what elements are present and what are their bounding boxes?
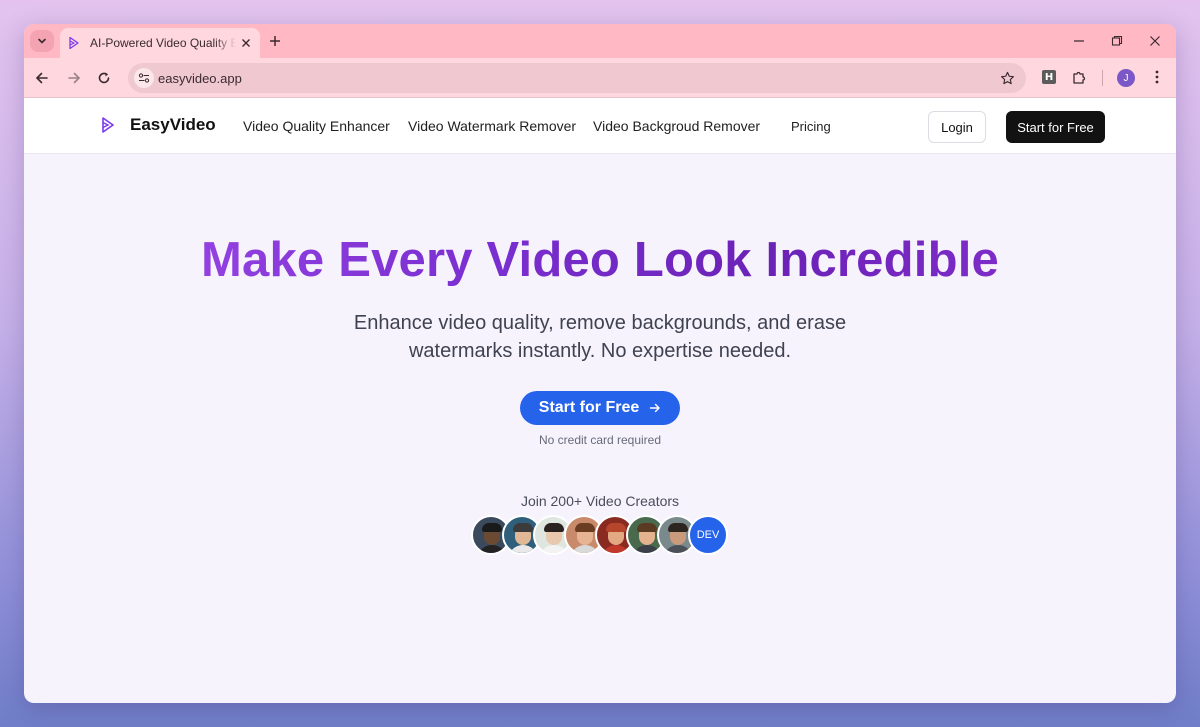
nav-pricing[interactable]: Pricing	[791, 119, 831, 134]
arrow-right-icon	[649, 402, 661, 414]
minimize-icon[interactable]	[1070, 32, 1088, 50]
extension-h-icon[interactable]: H	[1042, 70, 1056, 84]
hero-subtitle: Enhance video quality, remove background…	[353, 312, 847, 362]
address-bar[interactable]: easyvideo.app	[128, 63, 1026, 93]
site-settings-icon[interactable]	[134, 68, 154, 88]
brand-name: EasyVideo	[130, 115, 216, 134]
tab-title: AI-Powered Video Quality Enhancer	[90, 36, 236, 50]
no-credit-card-note: No credit card required	[538, 433, 662, 447]
new-tab-icon[interactable]	[266, 32, 284, 50]
creator-avatars: DEV	[471, 515, 731, 555]
tab-strip: AI-Powered Video Quality Enhancer	[24, 24, 1176, 58]
bookmark-star-icon[interactable]	[998, 69, 1016, 87]
play-logo-icon	[100, 115, 118, 135]
restore-icon[interactable]	[1108, 32, 1126, 50]
tab-search-button[interactable]	[30, 30, 54, 52]
nav-video-quality-enhancer[interactable]: Video Quality Enhancer	[243, 118, 390, 134]
toolbar-divider	[1102, 70, 1103, 86]
brand-logo[interactable]: EasyVideo	[100, 115, 216, 135]
nav-video-watermark-remover[interactable]: Video Watermark Remover	[408, 118, 576, 134]
site-header: EasyVideo Video Quality Enhancer Video W…	[24, 98, 1176, 154]
more-menu-icon[interactable]	[1148, 68, 1166, 86]
browser-window: AI-Powered Video Quality Enhancer	[24, 24, 1176, 703]
join-creators-text: Join 200+ Video Creators	[520, 493, 680, 509]
header-start-button[interactable]: Start for Free	[1006, 111, 1105, 143]
extensions-puzzle-icon[interactable]	[1070, 68, 1088, 86]
hero-start-label: Start for Free	[538, 399, 640, 416]
nav-video-background-remover[interactable]: Video Backgroud Remover	[593, 118, 760, 134]
play-logo-icon	[68, 36, 82, 50]
forward-arrow-icon[interactable]	[64, 68, 84, 88]
avatar-dev: DEV	[688, 515, 728, 555]
hero-title: Make Every Video Look Incredible	[24, 232, 1176, 288]
browser-toolbar: easyvideo.app H J	[24, 58, 1176, 98]
hero-start-button[interactable]: Start for Free	[520, 391, 680, 425]
profile-avatar[interactable]: J	[1117, 69, 1135, 87]
reload-icon[interactable]	[94, 68, 114, 88]
url-text: easyvideo.app	[158, 71, 242, 86]
login-button[interactable]: Login	[928, 111, 986, 143]
close-window-icon[interactable]	[1146, 32, 1164, 50]
active-tab[interactable]: AI-Powered Video Quality Enhancer	[60, 28, 260, 58]
close-tab-icon[interactable]	[238, 35, 254, 51]
back-arrow-icon[interactable]	[32, 68, 52, 88]
chevron-down-icon	[38, 38, 46, 44]
